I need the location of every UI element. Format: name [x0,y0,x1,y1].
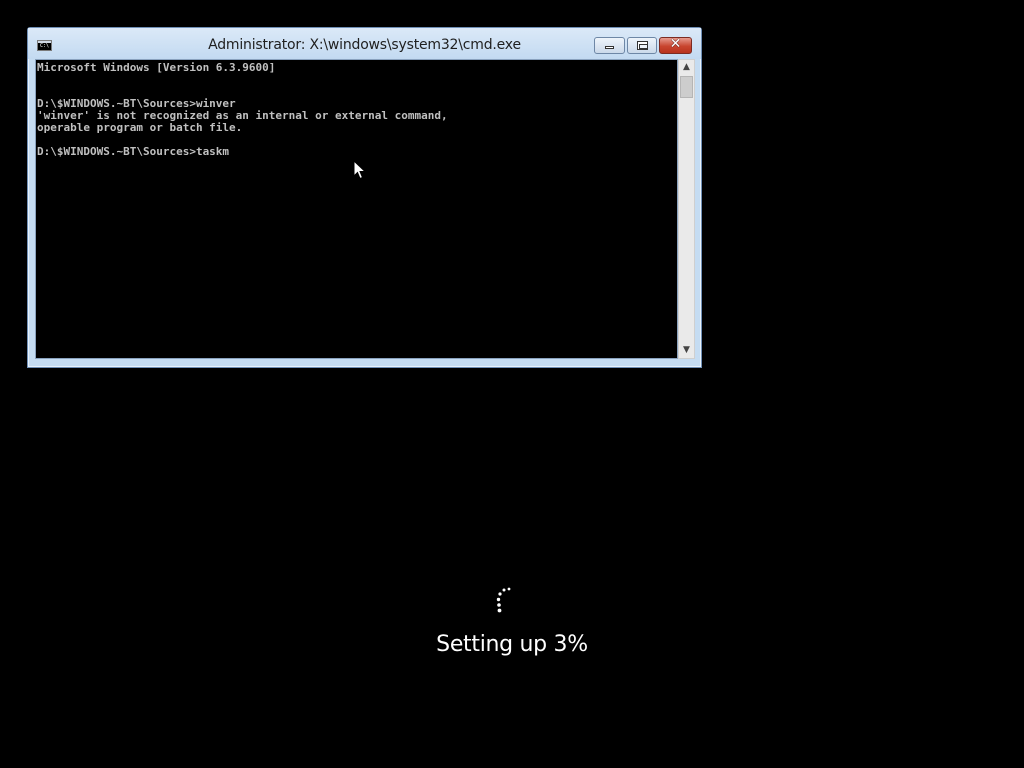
maximize-button[interactable] [627,37,657,54]
close-button[interactable]: ✕ [659,36,692,54]
minimize-button[interactable] [594,37,625,54]
scroll-thumb[interactable] [680,76,693,98]
vertical-scrollbar[interactable]: ▲ ▼ [678,59,695,359]
minimize-icon [605,46,614,49]
scroll-up-arrow-icon[interactable]: ▲ [679,60,694,75]
scroll-down-arrow-icon[interactable]: ▼ [679,343,694,358]
console-text[interactable]: Microsoft Windows [Version 6.3.9600] D:\… [36,60,677,158]
close-icon: ✕ [669,36,682,52]
loading-spinner-icon [496,587,511,613]
cmd-window[interactable]: Administrator: X:\windows\system32\cmd.e… [27,27,702,368]
title-bar[interactable]: Administrator: X:\windows\system32\cmd.e… [28,28,701,59]
mouse-pointer-icon [353,160,367,180]
console-output[interactable]: Microsoft Windows [Version 6.3.9600] D:\… [35,59,678,359]
maximize-icon [637,41,648,50]
setup-progress-text: Setting up 3% [436,632,588,657]
